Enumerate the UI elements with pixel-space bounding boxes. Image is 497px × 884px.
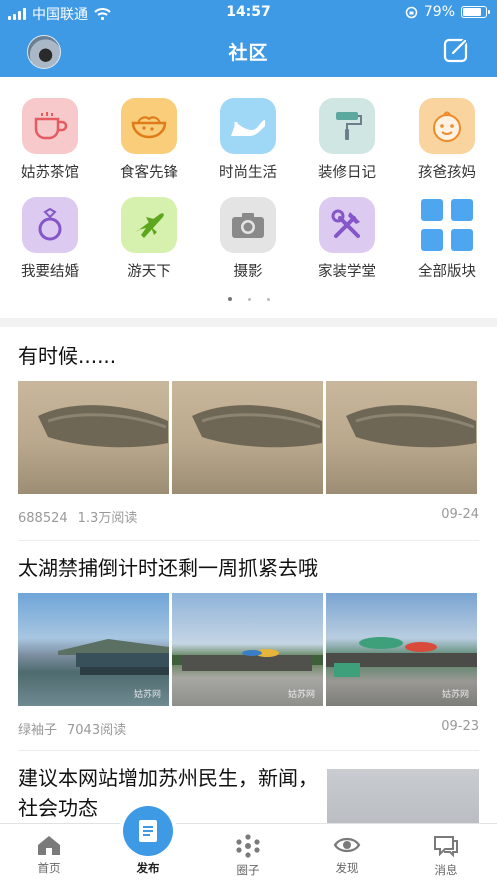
teacup-icon [22, 98, 78, 154]
post-image[interactable] [172, 381, 323, 494]
post-image[interactable] [18, 381, 169, 494]
publish-icon [139, 820, 157, 842]
post-divider [18, 750, 479, 751]
tab-messages[interactable]: 消息 [411, 824, 481, 878]
tab-discover[interactable]: 发现 [312, 824, 382, 876]
post-image[interactable]: 姑苏网 [326, 593, 477, 706]
post-meta: 绿袖子 7043阅读 09-23 [18, 719, 479, 738]
post-image[interactable] [327, 769, 479, 831]
category-foodie[interactable]: 食客先锋 [109, 98, 189, 182]
post-reads: 1.3万阅读 [77, 511, 138, 526]
post-image[interactable]: 姑苏网 [172, 593, 323, 706]
post-date: 09-23 [441, 719, 479, 734]
category-label: 孩爸孩妈 [418, 165, 476, 181]
post-author: 绿袖子 [18, 723, 58, 738]
battery-icon [461, 6, 490, 18]
category-label: 装修日记 [318, 165, 376, 181]
post-image[interactable] [326, 381, 477, 494]
post-card[interactable]: 太湖禁捕倒计时还剩一周抓紧去哦 姑苏网 姑苏网 姑苏网 绿袖子 7043阅读 09… [18, 553, 479, 738]
category-label: 全部版块 [418, 264, 476, 280]
ring-icon [22, 197, 78, 253]
top-bar: 中国联通 14:57 79% 社区 [0, 0, 497, 77]
home-icon [38, 836, 60, 855]
grid-icon [419, 197, 475, 253]
category-label: 时尚生活 [219, 165, 277, 181]
category-photography[interactable]: 摄影 [208, 197, 288, 281]
watermark: 姑苏网 [287, 690, 315, 700]
category-teahouse[interactable]: 姑苏茶馆 [10, 98, 90, 182]
post-meta: 688524 1.3万阅读 09-24 [18, 507, 479, 526]
page-title: 社区 [228, 42, 269, 64]
category-wedding[interactable]: 我要结婚 [10, 197, 90, 281]
section-divider [0, 318, 497, 327]
post-card[interactable]: 有时候...... 688524 1.3万阅读 09-24 [18, 341, 479, 526]
category-home-decor-school[interactable]: 家装学堂 [307, 197, 387, 281]
message-icon [434, 836, 458, 858]
tab-label: 圈子 [236, 863, 260, 877]
status-bar: 中国联通 14:57 79% [0, 0, 497, 26]
category-label: 游天下 [127, 264, 171, 280]
page-indicator[interactable] [0, 297, 497, 301]
post-author: 688524 [18, 511, 68, 526]
category-parenting[interactable]: 孩爸孩妈 [407, 98, 487, 182]
category-fashion[interactable]: 时尚生活 [208, 98, 288, 182]
watermark: 姑苏网 [441, 690, 469, 700]
post-image[interactable]: 姑苏网 [18, 593, 169, 706]
post-reads: 7043阅读 [67, 723, 127, 738]
tab-circles[interactable]: 圈子 [213, 824, 283, 878]
circle-dots-icon [236, 834, 260, 858]
tab-label: 首页 [37, 861, 61, 875]
category-all-boards[interactable]: 全部版块 [407, 197, 487, 281]
category-label: 姑苏茶馆 [21, 165, 79, 181]
category-label: 家装学堂 [318, 264, 376, 280]
tab-label: 发现 [335, 861, 359, 875]
post-title: 有时候...... [18, 344, 117, 368]
tab-bar: 首页 发布 圈子 发现 消息 [0, 823, 497, 884]
tools-icon [319, 197, 375, 253]
orientation-lock-icon [405, 6, 418, 18]
category-travel[interactable]: 游天下 [109, 197, 189, 281]
post-divider [18, 540, 479, 541]
post-images [18, 381, 479, 494]
edit-icon[interactable] [442, 36, 470, 64]
camera-icon [220, 197, 276, 253]
post-date: 09-24 [441, 507, 479, 522]
watermark: 姑苏网 [133, 690, 161, 700]
publish-button[interactable] [123, 806, 173, 856]
category-renovation[interactable]: 装修日记 [307, 98, 387, 182]
category-label: 我要结婚 [21, 264, 79, 280]
category-label: 食客先锋 [120, 165, 178, 181]
food-bowl-icon [121, 98, 177, 154]
post-title: 太湖禁捕倒计时还剩一周抓紧去哦 [18, 556, 318, 580]
baby-face-icon [419, 98, 475, 154]
post-title: 建议本网站增加苏州民生，新闻，社会功态 [18, 766, 318, 820]
tab-label: 消息 [434, 863, 458, 877]
paint-roller-icon [319, 98, 375, 154]
tab-home[interactable]: 首页 [14, 824, 84, 876]
tab-label: 发布 [136, 861, 160, 875]
airplane-icon [121, 197, 177, 253]
high-heel-icon [220, 98, 276, 154]
category-label: 摄影 [233, 264, 263, 280]
post-images: 姑苏网 姑苏网 姑苏网 [18, 593, 479, 706]
battery-percent: 79% [423, 4, 455, 20]
eye-icon [333, 837, 361, 853]
